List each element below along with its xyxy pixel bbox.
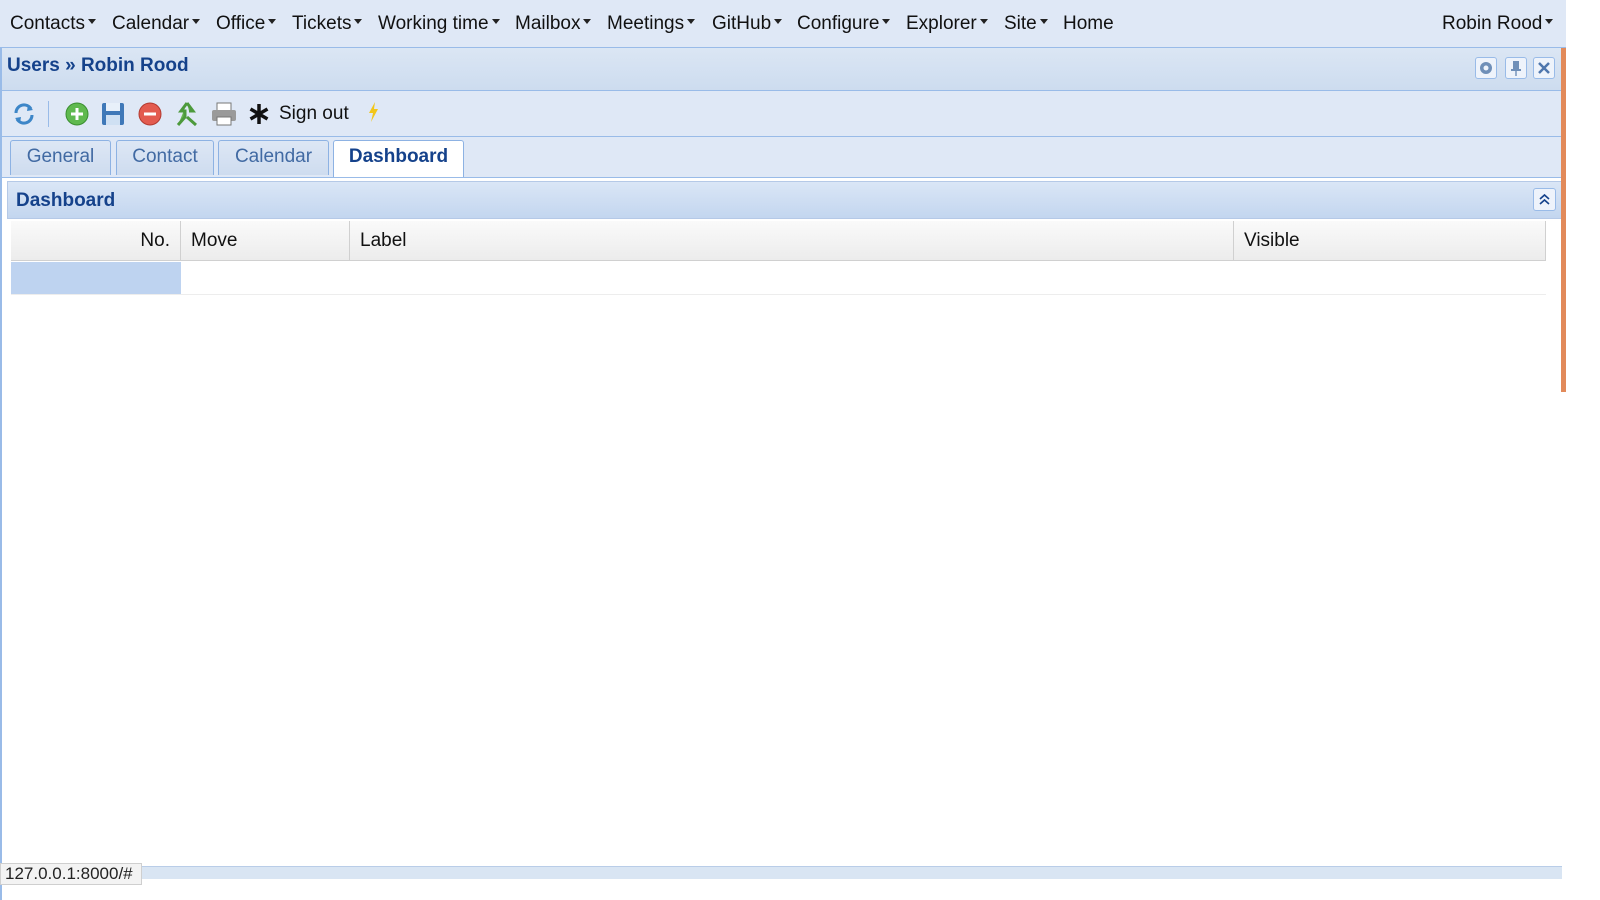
delete-button[interactable] — [136, 100, 164, 133]
collapse-up-icon — [1539, 193, 1550, 205]
print-icon — [212, 102, 236, 126]
caret-down-icon — [979, 19, 988, 25]
add-button[interactable] — [63, 100, 91, 133]
menu-label: Calendar — [112, 13, 190, 34]
menu-label: Home — [1063, 13, 1114, 34]
refresh-button[interactable] — [10, 100, 38, 133]
sign-out-button[interactable]: Sign out — [279, 103, 349, 125]
caret-down-icon — [491, 19, 500, 25]
menu-label: Working time — [378, 13, 489, 34]
window-title: Users » Robin Rood — [7, 55, 189, 76]
caret-down-icon — [1545, 19, 1554, 25]
caret-down-icon — [687, 19, 696, 25]
lightning-icon — [369, 102, 378, 122]
refresh-icon — [14, 103, 34, 125]
menu-site[interactable]: Site — [1004, 13, 1048, 35]
user-detail-window: Users » Robin Rood Sign out General Cont… — [0, 48, 1600, 900]
gear-button[interactable] — [1475, 57, 1497, 79]
menu-label: Office — [216, 13, 266, 34]
tab-bar: General Contact Calendar Dashboard — [2, 137, 1596, 178]
caret-down-icon — [774, 19, 783, 25]
window-header: Users » Robin Rood — [2, 48, 1596, 91]
menu-label: Site — [1004, 13, 1037, 34]
toolbar-separator — [48, 101, 49, 127]
menu-meetings[interactable]: Meetings — [607, 13, 696, 35]
tab-dashboard[interactable]: Dashboard — [333, 140, 464, 177]
menu-calendar[interactable]: Calendar — [112, 13, 201, 35]
close-button[interactable] — [1533, 57, 1555, 79]
menu-configure[interactable]: Configure — [797, 13, 891, 35]
toolbar: Sign out — [2, 91, 1596, 137]
print-button[interactable] — [209, 100, 239, 133]
menu-mailbox[interactable]: Mailbox — [515, 13, 592, 35]
caret-down-icon — [583, 19, 592, 25]
gear-icon — [1480, 62, 1492, 74]
table-row[interactable] — [11, 261, 1546, 295]
menu-home[interactable]: Home — [1063, 13, 1114, 35]
asterisk-button[interactable] — [246, 100, 272, 133]
quick-action-button[interactable] — [366, 100, 380, 129]
menu-label: Mailbox — [515, 13, 581, 34]
horizontal-scrollbar[interactable] — [142, 866, 1562, 879]
menu-label: GitHub — [712, 13, 772, 34]
close-icon — [1538, 62, 1550, 74]
menu-explorer[interactable]: Explorer — [906, 13, 988, 35]
caret-down-icon — [1039, 19, 1048, 25]
menu-label: Contacts — [10, 13, 85, 34]
dashboard-panel-header: Dashboard — [7, 181, 1562, 219]
menu-label: Meetings — [607, 13, 685, 34]
status-url: 127.0.0.1:8000/# — [0, 863, 142, 885]
merge-button[interactable] — [173, 100, 201, 133]
pin-button[interactable] — [1505, 57, 1527, 79]
menu-working-time[interactable]: Working time — [378, 13, 500, 35]
column-header-move[interactable]: Move — [181, 221, 350, 260]
row-selection-cell[interactable] — [11, 262, 181, 294]
column-header-visible[interactable]: Visible — [1234, 221, 1546, 260]
delete-icon — [138, 102, 162, 126]
caret-down-icon — [354, 19, 363, 25]
tab-contact[interactable]: Contact — [116, 140, 214, 175]
tab-general[interactable]: General — [10, 140, 111, 175]
menu-contacts[interactable]: Contacts — [10, 13, 96, 35]
menu-label: Configure — [797, 13, 880, 34]
main-menu-bar: Contacts Calendar Office Tickets Working… — [0, 0, 1600, 48]
pin-icon — [1511, 61, 1521, 76]
save-icon — [102, 103, 124, 125]
add-icon — [65, 102, 89, 126]
caret-down-icon — [268, 19, 277, 25]
menu-label: Tickets — [292, 13, 352, 34]
caret-down-icon — [882, 19, 891, 25]
save-button[interactable] — [99, 100, 127, 133]
menu-tickets[interactable]: Tickets — [292, 13, 363, 35]
menu-office[interactable]: Office — [216, 13, 277, 35]
column-header-label[interactable]: Label — [350, 221, 1234, 260]
user-name: Robin Rood — [1442, 13, 1543, 34]
user-menu[interactable]: Robin Rood — [1442, 13, 1554, 35]
tab-calendar[interactable]: Calendar — [218, 140, 329, 175]
panel-title: Dashboard — [16, 190, 116, 211]
caret-down-icon — [87, 19, 96, 25]
collapse-button[interactable] — [1533, 188, 1556, 211]
merge-icon — [176, 102, 197, 127]
caret-down-icon — [192, 19, 201, 25]
column-header-no[interactable]: No. — [11, 221, 181, 260]
asterisk-icon — [249, 104, 269, 124]
grid-header: No. Move Label Visible — [11, 221, 1546, 261]
menu-github[interactable]: GitHub — [712, 13, 783, 35]
menu-label: Explorer — [906, 13, 977, 34]
page-margin — [1566, 0, 1600, 900]
